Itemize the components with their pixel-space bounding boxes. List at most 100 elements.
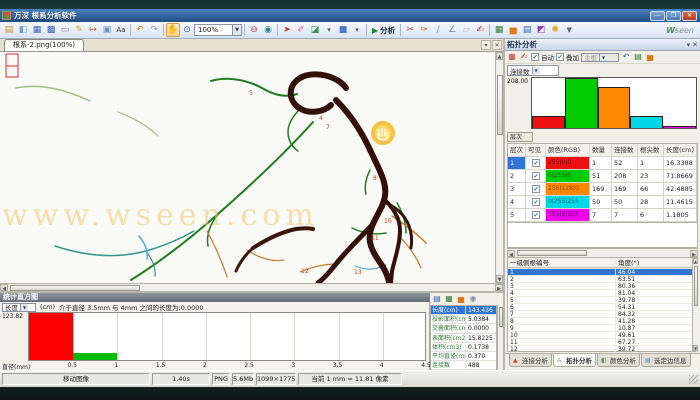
mdi-close-icon[interactable]: ✕ [492, 40, 502, 50]
mark-brush-icon[interactable]: ✐ [294, 23, 308, 37]
chart-icon[interactable]: ▅ [645, 52, 655, 62]
print-icon[interactable]: ▭ [58, 23, 72, 37]
metric-combo[interactable]: 长度 ▼ [2, 303, 36, 312]
canvas-horizontal-scrollbar[interactable]: ◀ ▶ [0, 283, 503, 291]
visible-checkbox[interactable]: ✔ [532, 185, 540, 193]
maximize-button[interactable]: ❐ [666, 11, 681, 21]
visible-checkbox[interactable]: ✔ [532, 198, 540, 206]
web-icon[interactable]: ◉ [468, 294, 478, 304]
overlay-checkbox[interactable]: ✔ [556, 53, 564, 61]
angle-table-row[interactable]: 1167.27 [508, 339, 697, 346]
resize-grip[interactable] [689, 375, 698, 384]
angle-table-row[interactable]: 1049.61 [508, 332, 697, 339]
histogram-bar [663, 126, 696, 128]
topology-panel: 拓扑分析 ▾ ✕ ▦ ✍ ✔ 自动 ✔ 叠加 主根 ▼ ↶ ▤ ▅ 连接数 ▼ [505, 39, 700, 370]
zoom-out-icon[interactable]: ⊖ [247, 23, 261, 37]
level-table-row[interactable]: 5✔255|0|2557761.1805 [508, 209, 697, 222]
undo-icon[interactable]: ↶ [133, 23, 147, 37]
angle-table-row[interactable]: 380.36 [508, 283, 697, 290]
level-table-row[interactable]: 3✔255|128|01691696642.4885 [508, 183, 697, 196]
preview-eye-icon[interactable]: ◉ [261, 23, 275, 37]
export-icon[interactable]: ↦ [86, 23, 100, 37]
prune-scissors-icon[interactable]: ✂ [403, 23, 417, 37]
angle-table-row[interactable]: 539.78 [508, 297, 697, 304]
measure-line-icon[interactable]: ∕ [431, 23, 445, 37]
save-report-icon[interactable]: ▤ [432, 294, 442, 304]
close-button[interactable]: ✕ [682, 11, 697, 21]
copy-icon[interactable]: ▣ [100, 23, 114, 37]
summary-scrollbar[interactable] [497, 305, 503, 370]
summary-row[interactable]: 平均直径(mm)0.370 [431, 352, 496, 361]
bar-chart-icon[interactable]: ▅ [506, 23, 520, 37]
open-folder-icon[interactable]: ▤ [2, 23, 16, 37]
level-table-row[interactable]: 4✔0|255|25550502811.4615 [508, 196, 697, 209]
lamp-icon[interactable]: ✺ [548, 23, 562, 37]
visible-checkbox[interactable]: ✔ [532, 159, 540, 167]
excel-export-icon[interactable]: ▦ [492, 23, 506, 37]
scan-icon[interactable]: ◧ [16, 23, 30, 37]
panel-close-icon[interactable]: ✕ [692, 41, 698, 49]
report-icon[interactable]: ▤ [633, 52, 643, 62]
metric-combo[interactable]: 连接数 ▼ [507, 65, 559, 76]
caret-down-icon[interactable]: ▼ [562, 23, 576, 37]
redo-icon[interactable]: ↷ [147, 23, 161, 37]
summary-row[interactable]: 交叠面积(cm2)0.0000 [431, 324, 496, 333]
undo-icon[interactable]: ↶ [621, 52, 631, 62]
edit-pencil-icon[interactable]: ✎ [72, 23, 86, 37]
histogram-bar [598, 87, 631, 128]
angle-table-row[interactable]: 263.51 [508, 276, 697, 283]
analysis-tab-inactive[interactable]: ◧颜色分析 [597, 354, 640, 367]
chart-icon[interactable]: ▅ [456, 294, 466, 304]
caret-down-icon[interactable]: ▾ [322, 23, 336, 37]
text-style-icon[interactable]: Aa [114, 23, 128, 37]
analysis-tab-inactive[interactable]: ▲连接分析 [509, 354, 552, 367]
angle-table-row[interactable]: 1239.72 [508, 346, 697, 353]
angle-tool-icon[interactable]: ∠ [445, 23, 459, 37]
person-mark-icon[interactable]: ✍ [519, 52, 529, 62]
analysis-tab-inactive[interactable]: ▤选定边信息 [641, 354, 691, 367]
draw-pen-icon[interactable]: ✑ [417, 23, 431, 37]
zoom-level-combo[interactable]: 100%▼ [194, 24, 242, 36]
angle-table-row[interactable]: 654.31 [508, 304, 697, 311]
level-table-row[interactable]: 2✔0|255|0512082371.8669 [508, 170, 697, 183]
pin-icon[interactable]: ▾ [687, 41, 691, 49]
table-horizontal-scrollbar[interactable]: ◀ ▶ [507, 248, 698, 257]
grid-table-icon[interactable]: ▤ [520, 23, 534, 37]
eraser-icon[interactable]: ▱ [459, 23, 473, 37]
canvas-vertical-scrollbar[interactable]: ▲ ▼ [495, 52, 503, 283]
color-tool-icon[interactable]: ◪ [308, 23, 322, 37]
level-table-row[interactable]: 1✔255|0|0152116.3388 [508, 157, 697, 170]
caret-down-icon[interactable]: ▾ [350, 23, 364, 37]
summary-row[interactable]: 长度(cm)143.436 [431, 306, 496, 315]
select-arrow-icon[interactable]: ➤ [280, 23, 294, 37]
angle-table-row[interactable]: 146.04 [508, 269, 697, 276]
summary-row[interactable]: 投影面积(cm2)5.0384 [431, 315, 496, 324]
document-tab[interactable]: 根系-2.png(100%) [4, 39, 84, 51]
grid-mark-icon[interactable]: ▦ [507, 52, 517, 62]
zoom-lens-icon[interactable]: ⊙ [180, 23, 194, 37]
angle-table-scrollbar[interactable]: ▲ ▼ [692, 258, 698, 351]
image-canvas[interactable]: www.wseen.com 547810111213 [0, 52, 495, 283]
palette-icon[interactable]: ◩ [534, 23, 548, 37]
fill-square-icon[interactable]: ■ [336, 23, 350, 37]
person-mark-icon[interactable]: ✍ [473, 23, 487, 37]
root-combo[interactable]: 主根 ▼ [581, 53, 619, 62]
mdi-menu-icon[interactable]: ▾ [481, 40, 491, 50]
auto-checkbox[interactable]: ✔ [531, 53, 539, 61]
angle-table-row[interactable]: 481.04 [508, 290, 697, 297]
analyze-button[interactable]: ▶分析 [369, 25, 398, 36]
excel-export-icon[interactable]: ▦ [444, 294, 454, 304]
summary-row[interactable]: 表面积(cm2)15.8225 [431, 334, 496, 343]
angle-table-row[interactable]: 784.32 [508, 311, 697, 318]
save-icon[interactable]: ▦ [30, 23, 44, 37]
angle-table-row[interactable]: 910.87 [508, 325, 697, 332]
angle-table-row[interactable]: 841.28 [508, 318, 697, 325]
visible-checkbox[interactable]: ✔ [532, 211, 540, 219]
summary-row[interactable]: 连接数488 [431, 361, 496, 370]
analysis-tab-active[interactable]: ∴拓扑分析 [553, 354, 596, 367]
visible-checkbox[interactable]: ✔ [532, 172, 540, 180]
minimize-button[interactable]: — [650, 11, 665, 21]
hand-pan-tool-icon[interactable]: ✋ [166, 23, 180, 37]
save-all-icon[interactable]: ▩ [44, 23, 58, 37]
summary-row[interactable]: 体积(cm3)0.1738 [431, 343, 496, 352]
